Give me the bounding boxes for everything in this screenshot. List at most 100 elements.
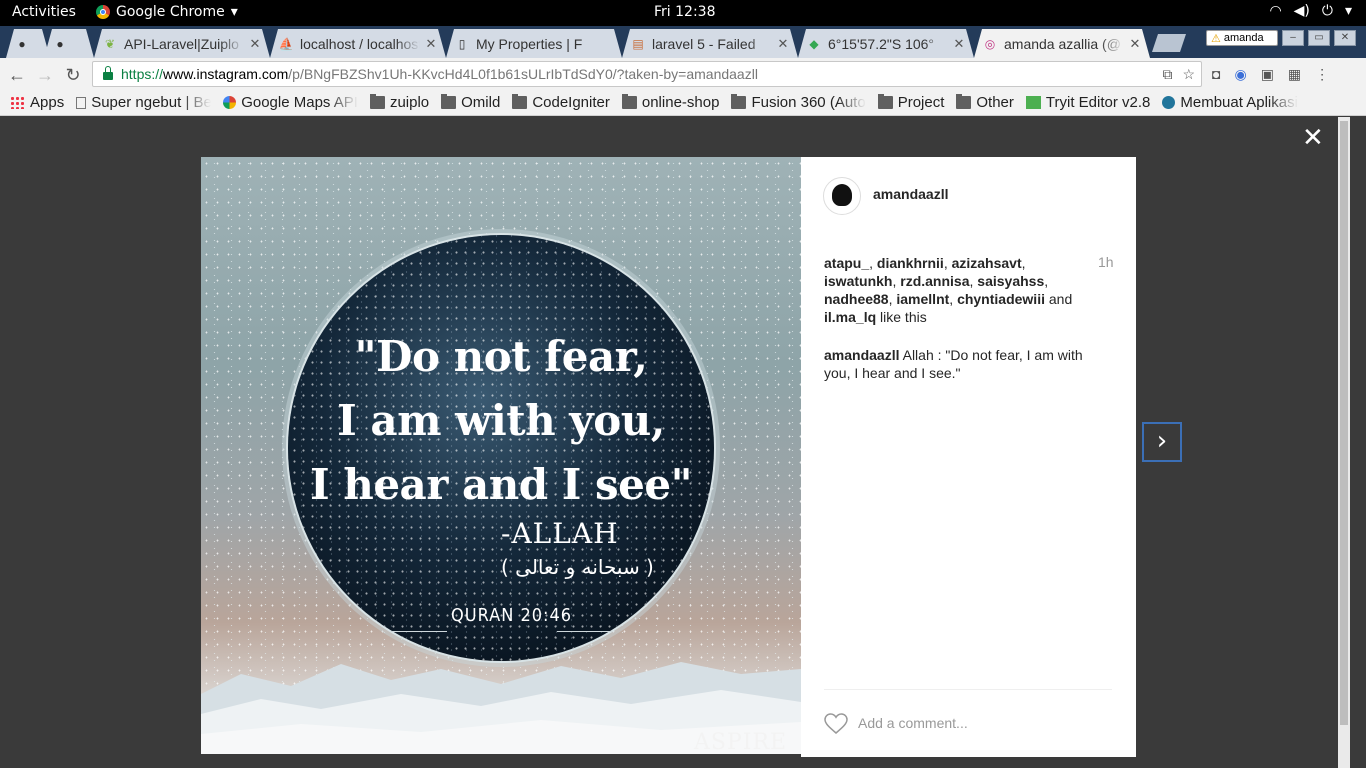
tab-github-2[interactable]: ● <box>44 29 94 58</box>
liker-link[interactable]: iswatunkh <box>824 273 892 289</box>
close-icon[interactable]: ✕ <box>1302 125 1324 151</box>
close-tab-icon[interactable]: ✕ <box>952 36 966 52</box>
camera-extension-icon[interactable]: ◘ <box>1212 66 1220 83</box>
caption-username[interactable]: amandaazll <box>824 347 899 363</box>
quote-text: "Do not fear, I am with you, I hear and … <box>288 325 714 517</box>
new-tab-button[interactable] <box>1152 34 1186 52</box>
bookmark-membuat-aplikasi[interactable]: Membuat Aplikasi <box>1162 94 1298 111</box>
bookmark-folder-fusion-360[interactable]: Fusion 360 (Auto <box>731 94 866 111</box>
likes-summary: atapu_, diankhrnii, azizahsavt, iswatunk… <box>824 255 1073 325</box>
folder-icon <box>877 94 893 109</box>
bookmark-label: CodeIgniter <box>532 94 610 111</box>
post-image[interactable]: "Do not fear, I am with you, I hear and … <box>201 157 801 754</box>
reload-button[interactable]: ↻ <box>62 64 84 86</box>
sync-extension-icon[interactable]: ◉ <box>1234 66 1246 83</box>
tab-title: localhost / localhost <box>300 35 420 52</box>
cast-extension-icon[interactable]: ▣ <box>1261 66 1274 83</box>
bookmark-tryit-editor[interactable]: Tryit Editor v2.8 <box>1025 94 1150 111</box>
tab-github-1[interactable]: ● <box>6 29 50 58</box>
menu-icon[interactable]: ⋮ <box>1315 66 1329 83</box>
divider-line <box>557 631 613 632</box>
tryit-icon <box>1025 96 1041 109</box>
post-timestamp[interactable]: 1h <box>1098 254 1114 270</box>
heart-icon[interactable] <box>824 713 848 735</box>
bookmarks-bar: Apps Super ngebut | Be Google Maps API z… <box>0 90 1366 116</box>
watermark: ASPIRE <box>694 730 788 754</box>
tab-instagram[interactable]: ◎ amanda azallia (@ ✕ <box>974 29 1150 58</box>
profile-name: amanda <box>1223 32 1264 44</box>
avatar[interactable] <box>823 177 861 215</box>
clock[interactable]: Fri 12:38 <box>654 4 715 20</box>
maximize-button[interactable]: ▭ <box>1308 30 1330 46</box>
liker-link[interactable]: iamellnt <box>896 291 949 307</box>
quote-line: "Do not fear, <box>354 332 648 381</box>
caret-down-icon: ▾ <box>230 4 238 20</box>
google-maps-icon: ◆ <box>809 36 819 51</box>
instagram-icon: ◎ <box>984 36 996 51</box>
liker-link[interactable]: nadhee88 <box>824 291 889 307</box>
app-menu[interactable]: Google Chrome ▾ <box>96 4 238 20</box>
next-post-button[interactable]: › <box>1142 422 1182 462</box>
system-status-area[interactable]: ◠ ◀) ⏻ ▾ <box>1269 3 1352 19</box>
bookmark-google-maps-api[interactable]: Google Maps API <box>223 94 358 111</box>
url-scheme: https:// <box>121 66 164 82</box>
liker-link[interactable]: chyntiadewiii <box>957 291 1045 307</box>
bookmark-folder-online-shop[interactable]: online-shop <box>621 94 719 111</box>
tab-api-laravel[interactable]: ❦ API-Laravel|Zuiplo ✕ <box>94 29 270 58</box>
activities-button[interactable]: Activities <box>12 4 76 20</box>
system-top-bar: Activities Google Chrome ▾ Fri 12:38 ◠ ◀… <box>0 0 1366 26</box>
tab-title: laravel 5 - Failed <box>652 35 756 52</box>
liker-link[interactable]: azizahsavt <box>952 255 1022 271</box>
bookmark-super-ngebut[interactable]: Super ngebut | Be <box>76 94 211 111</box>
translate-icon[interactable]: ⧉ <box>1162 66 1172 83</box>
folder-icon <box>621 94 637 109</box>
profile-badge[interactable]: ⚠ amanda <box>1206 30 1278 46</box>
bookmark-folder-omild[interactable]: Omild <box>441 94 500 111</box>
liker-link[interactable]: rzd.annisa <box>900 273 969 289</box>
post-username[interactable]: amandaazll <box>873 186 948 202</box>
close-tab-icon[interactable]: ✕ <box>248 36 262 52</box>
close-tab-icon[interactable]: ✕ <box>424 36 438 52</box>
page-scrollbar[interactable] <box>1338 117 1350 768</box>
liker-link[interactable]: atapu_ <box>824 255 869 271</box>
folder-icon <box>369 94 385 109</box>
bookmark-folder-zuiplo[interactable]: zuiplo <box>369 94 430 111</box>
close-tab-icon[interactable]: ✕ <box>1128 36 1142 52</box>
tab-laravel-failed[interactable]: ▤ laravel 5 - Failed ✕ <box>622 29 798 58</box>
bookmark-star-icon[interactable]: ☆ <box>1182 66 1195 83</box>
bookmark-folder-codeigniter[interactable]: CodeIgniter <box>512 94 610 111</box>
bookmark-label: Project <box>897 94 945 111</box>
google-icon <box>223 96 237 109</box>
tab-my-properties[interactable]: ▯ My Properties | F <box>446 29 622 58</box>
bookmark-apps[interactable]: Apps <box>10 94 64 111</box>
tab-google-maps[interactable]: ◆ 6°15'57.2"S 106° ✕ <box>798 29 974 58</box>
liker-link[interactable]: il.ma_lq <box>824 309 876 325</box>
forward-button[interactable]: → <box>34 64 56 86</box>
close-window-button[interactable]: ✕ <box>1334 30 1356 46</box>
comment-input[interactable]: Add a comment... <box>858 715 968 731</box>
address-bar[interactable]: https://www.instagram.com/p/BNgFBZShv1Uh… <box>92 61 1202 87</box>
tab-strip: ● ● ❦ API-Laravel|Zuiplo ✕ ⛵ localhost /… <box>0 26 1366 58</box>
minimize-button[interactable]: – <box>1282 30 1304 46</box>
bookmark-label: Other <box>976 94 1014 111</box>
folder-icon <box>731 94 747 109</box>
tab-title: 6°15'57.2"S 106° <box>828 35 935 52</box>
arabic-text: ( سبحانه و تعالى ) <box>501 555 654 579</box>
bookmark-label: zuiplo <box>389 94 430 111</box>
url-path: /p/BNgFBZShv1Uh-KKvcHd4L0f1b61sULrIbTdSd… <box>288 66 758 82</box>
app-menu-label: Google Chrome <box>116 4 225 20</box>
folder-icon <box>441 94 457 109</box>
liker-link[interactable]: diankhrnii <box>877 255 944 271</box>
bookmark-folder-project[interactable]: Project <box>877 94 945 111</box>
tab-localhost[interactable]: ⛵ localhost / localhost ✕ <box>270 29 446 58</box>
caret-down-icon: ▾ <box>1344 3 1352 19</box>
extension-icon[interactable]: ▦ <box>1288 66 1301 83</box>
window-controls: – ▭ ✕ <box>1282 30 1356 46</box>
bookmark-folder-other[interactable]: Other <box>956 94 1014 111</box>
liker-link[interactable]: saisyahss <box>977 273 1044 289</box>
bookmark-label: Apps <box>30 94 65 111</box>
github-icon: ● <box>56 36 64 51</box>
scrollbar-thumb[interactable] <box>1340 121 1348 725</box>
back-button[interactable]: ← <box>6 64 28 86</box>
close-tab-icon[interactable]: ✕ <box>776 36 790 52</box>
